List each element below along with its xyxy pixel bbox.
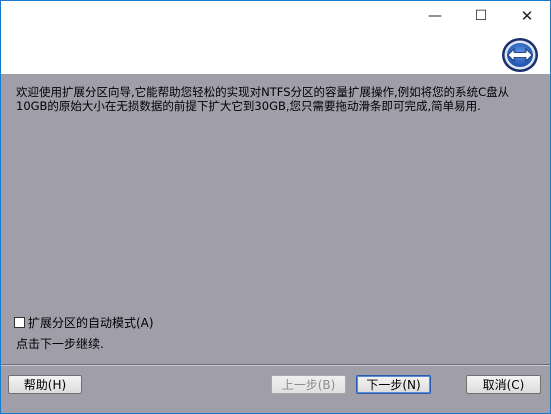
wizard-window: — ☐ ✕ 欢迎使用扩展分区向导,它能帮助您轻松的实现对NTFS分区的容量扩展操… <box>0 0 551 414</box>
title-bar: — ☐ ✕ <box>1 1 550 31</box>
close-button[interactable]: ✕ <box>504 1 550 31</box>
auto-mode-checkbox-row[interactable]: 扩展分区的自动模式(A) <box>14 314 154 330</box>
close-icon: ✕ <box>520 7 534 25</box>
next-button[interactable]: 下一步(N) <box>356 375 431 394</box>
back-button[interactable]: 上一步(B) <box>271 375 346 394</box>
minimize-icon: — <box>428 8 442 24</box>
auto-mode-label[interactable]: 扩展分区的自动模式(A) <box>28 314 154 331</box>
auto-mode-checkbox[interactable] <box>14 316 25 328</box>
intro-text: 欢迎使用扩展分区向导,它能帮助您轻松的实现对NTFS分区的容量扩展操作,例如将您… <box>16 85 510 113</box>
double-arrow-icon <box>502 38 538 72</box>
minimize-button[interactable]: — <box>412 1 458 31</box>
continue-instruction: 点击下一步继续. <box>16 337 104 351</box>
cancel-button[interactable]: 取消(C) <box>466 375 541 394</box>
button-bar: 帮助(H) 上一步(B) 下一步(N) 取消(C) <box>1 364 550 413</box>
maximize-button[interactable]: ☐ <box>458 1 504 31</box>
footer-divider-highlight <box>1 365 550 366</box>
help-button[interactable]: 帮助(H) <box>8 375 82 394</box>
maximize-icon: ☐ <box>474 8 488 24</box>
wizard-content: 欢迎使用扩展分区向导,它能帮助您轻松的实现对NTFS分区的容量扩展操作,例如将您… <box>1 74 550 364</box>
wizard-header <box>1 31 550 74</box>
